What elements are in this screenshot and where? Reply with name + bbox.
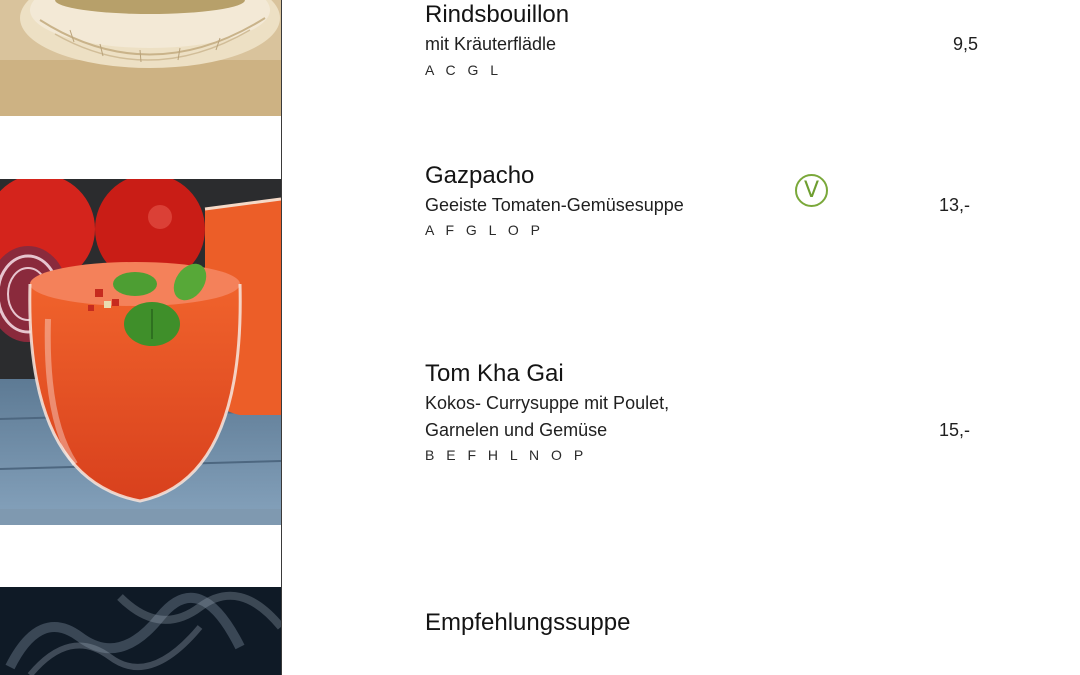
allergen-codes: B E F H L N O P (425, 447, 588, 463)
dish-name: Rindsbouillon (425, 1, 570, 28)
dish-name: Tom Kha Gai (425, 360, 564, 387)
allergen-codes: A F G L O P (425, 222, 544, 238)
dish-description: Geeiste Tomaten-Gemüsesuppe (425, 195, 684, 215)
soup-menu: Rindsbouillon mit Kräuterflädle A C G L … (0, 0, 1080, 675)
dish-description: mit Kräuterflädle (425, 34, 557, 54)
vegetarian-badge-icon: V (795, 174, 828, 207)
dish-description: Garnelen und Gemüse (425, 420, 608, 440)
dish-name: Empfehlungssuppe (425, 609, 631, 636)
dish-description: Kokos- Currysuppe mit Poulet, (425, 393, 670, 413)
allergen-codes: A C G L (425, 62, 503, 78)
dish-price: 9,5 (953, 34, 979, 54)
dish-price: 15,- (939, 420, 971, 440)
dish-price: 13,- (939, 195, 971, 215)
dish-name: Gazpacho (425, 162, 535, 189)
